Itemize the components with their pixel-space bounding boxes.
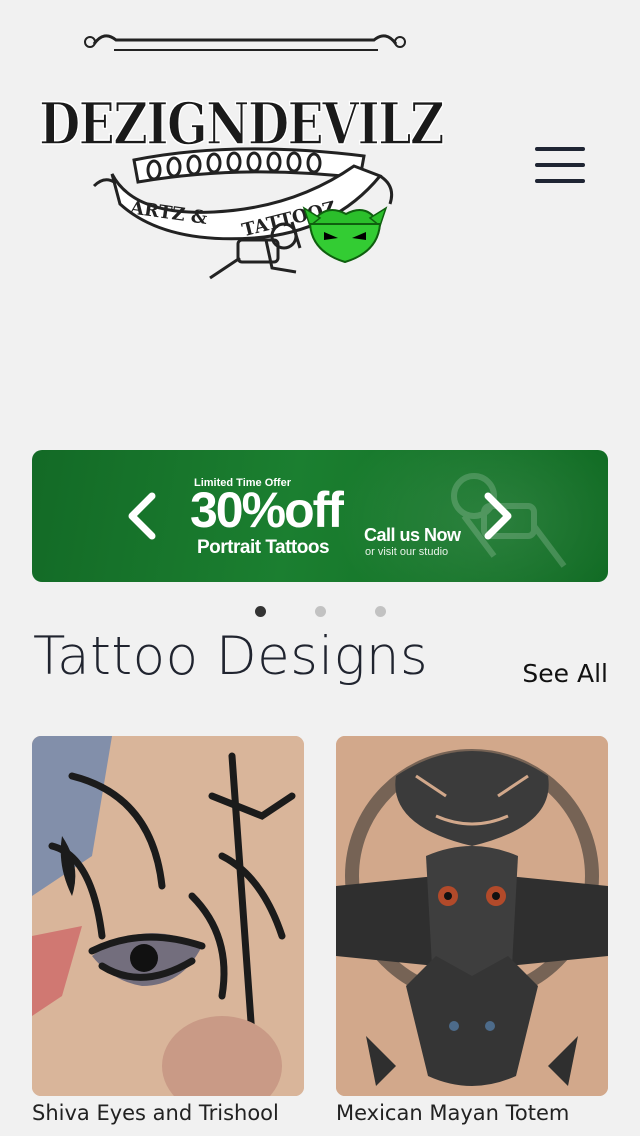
carousel-dot-1[interactable] — [255, 606, 266, 617]
design-title: Shiva Eyes and Trishool — [32, 1101, 279, 1125]
design-thumbnail[interactable] — [336, 736, 608, 1096]
carousel-dot-2[interactable] — [315, 606, 326, 617]
chevron-right-icon — [484, 492, 512, 540]
call-to-action-sub: or visit our studio — [365, 546, 449, 558]
offer-amount: 30%off — [190, 482, 344, 538]
chevron-left-icon — [128, 492, 156, 540]
devil-head-icon — [302, 206, 388, 264]
design-title: Mexican Mayan Totem — [336, 1101, 570, 1125]
offer-subject: Portrait Tattoos — [197, 537, 330, 558]
menu-bar — [535, 147, 585, 151]
mayan-totem-tattoo-image — [336, 736, 608, 1096]
design-thumbnail[interactable] — [32, 736, 304, 1096]
hamburger-icon[interactable] — [532, 143, 588, 189]
see-all-link[interactable]: See All — [522, 659, 608, 688]
design-card[interactable]: Mexican Mayan Totem — [336, 736, 608, 1125]
section-title: Tattoo Designs — [33, 626, 429, 687]
carousel-next-button[interactable] — [472, 488, 522, 544]
call-to-action: Call us Now — [364, 525, 461, 545]
design-card[interactable]: Shiva Eyes and Trishool — [32, 736, 304, 1125]
carousel-prev-button[interactable] — [118, 488, 168, 544]
brand-logo[interactable]: DEZIGNDEVILZ ARTZ & TATTOOZ — [34, 26, 448, 288]
carousel-dot-3[interactable] — [375, 606, 386, 617]
carousel-pagination — [0, 606, 640, 618]
shiva-eyes-tattoo-image — [32, 736, 304, 1096]
menu-bar — [535, 179, 585, 183]
promo-banner[interactable]: Limited Time Offer 30%off Portrait Tatto… — [32, 450, 608, 582]
logo-graphic: DEZIGNDEVILZ ARTZ & TATTOOZ — [38, 34, 446, 280]
menu-bar — [535, 163, 585, 167]
